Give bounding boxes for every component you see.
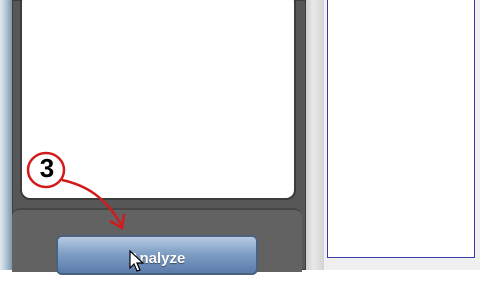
step-number: 3: [39, 153, 55, 183]
mouse-cursor-icon: [129, 250, 145, 272]
annotation-overlay: [26, 151, 126, 231]
arrow-annotation-icon: [61, 178, 124, 227]
